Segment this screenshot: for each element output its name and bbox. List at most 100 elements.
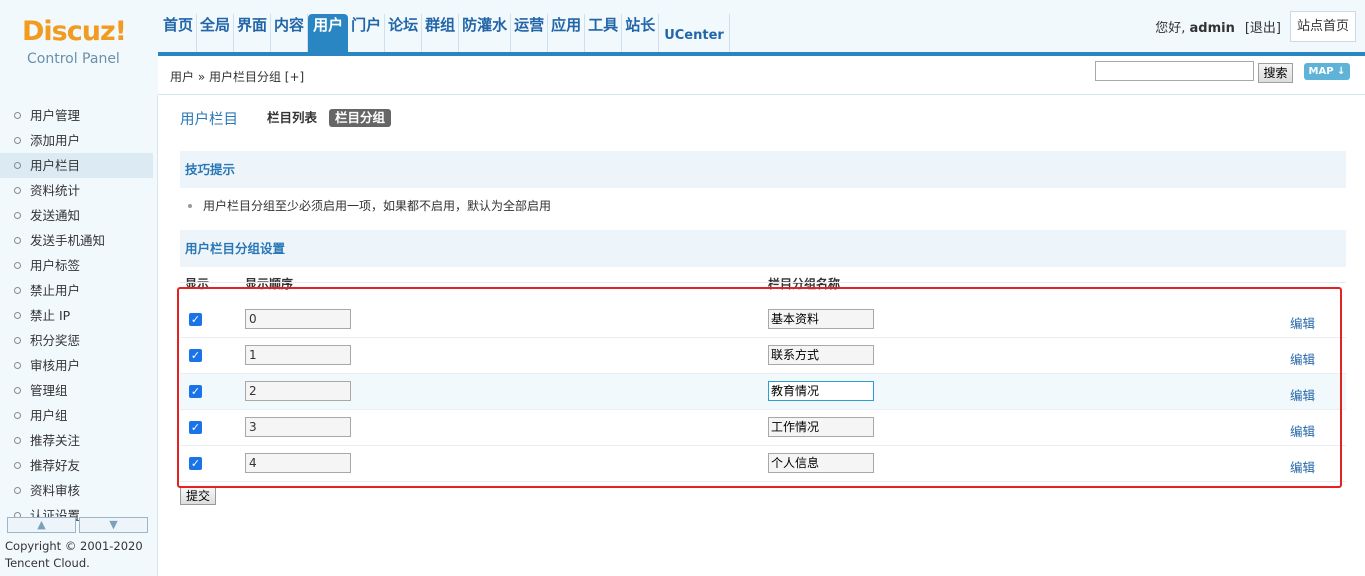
bullet-icon: [14, 462, 21, 469]
edit-link[interactable]: 编辑: [1290, 457, 1315, 476]
scroll-up-button[interactable]: ▲: [7, 517, 76, 533]
sidebar-item-label: 用户标签: [30, 258, 81, 273]
sidebar-scroll-controls: ▲ ▼: [7, 517, 148, 533]
copyright-line: Tencent Cloud.: [5, 556, 90, 570]
sidebar-item-admin-group[interactable]: 管理组: [0, 378, 153, 403]
breadcrumb[interactable]: 用户 » 用户栏目分组 [+]: [170, 68, 304, 85]
header: Discuz! Control Panel 首页 全局 界面 内容 用户 门户 …: [0, 0, 1365, 95]
sidebar-item-recommend-friend[interactable]: 推荐好友: [0, 453, 153, 478]
nav-founder[interactable]: 站长: [622, 14, 660, 52]
sidebar-item-ban-ip[interactable]: 禁止 IP: [0, 303, 153, 328]
nav-interface[interactable]: 界面: [234, 14, 272, 52]
bullet-icon: [14, 237, 21, 244]
nav-apps[interactable]: 应用: [548, 14, 586, 52]
nav-group[interactable]: 群组: [422, 14, 460, 52]
discuz-logo[interactable]: Discuz! Control Panel: [0, 0, 158, 95]
show-checkbox[interactable]: ✓: [189, 349, 202, 362]
show-checkbox[interactable]: ✓: [189, 457, 202, 470]
tab-column-list[interactable]: 栏目列表: [267, 109, 317, 127]
edit-link[interactable]: 编辑: [1290, 385, 1315, 404]
sidebar-item-label: 推荐好友: [30, 458, 81, 473]
sidebar-item-user-tags[interactable]: 用户标签: [0, 253, 153, 278]
edit-link[interactable]: 编辑: [1290, 421, 1315, 440]
group-name-input[interactable]: 个人信息: [768, 453, 874, 473]
page-title: 用户栏目: [180, 112, 238, 128]
copyright-line: Copyright © 2001-2020: [5, 539, 143, 553]
search-input[interactable]: [1095, 61, 1254, 81]
nav-user[interactable]: 用户: [308, 14, 349, 52]
sidebar-item-user-columns[interactable]: 用户栏目: [0, 153, 153, 178]
bullet-icon: [14, 312, 21, 319]
logout-link[interactable]: [退出]: [1245, 17, 1281, 36]
nav-ucenter[interactable]: UCenter: [659, 14, 730, 52]
sidebar-item-label: 资料统计: [30, 183, 81, 198]
nav-content[interactable]: 内容: [271, 14, 309, 52]
sidebar-item-label: 积分奖惩: [30, 333, 81, 348]
nav-antispam[interactable]: 防灌水: [459, 14, 512, 52]
sidebar-item-label: 用户管理: [30, 108, 81, 123]
settings-header: 用户栏目分组设置: [180, 230, 1346, 267]
sidebar-item-label: 用户组: [30, 408, 68, 423]
sidebar-item-ban-user[interactable]: 禁止用户: [0, 278, 153, 303]
nav-global[interactable]: 全局: [197, 14, 235, 52]
sidebar-item-label: 禁止 IP: [30, 308, 71, 323]
group-name-input[interactable]: 基本资料: [768, 309, 874, 329]
copyright: Copyright © 2001-2020 Tencent Cloud.: [5, 538, 143, 572]
order-input[interactable]: 2: [245, 381, 351, 401]
sidebar-item-user-manage[interactable]: 用户管理: [0, 103, 153, 128]
order-input[interactable]: 1: [245, 345, 351, 365]
sidebar-item-recommend-follow[interactable]: 推荐关注: [0, 428, 153, 453]
sidebar-item-label: 资料审核: [30, 483, 81, 498]
nav-home[interactable]: 首页: [160, 14, 198, 52]
show-checkbox[interactable]: ✓: [189, 421, 202, 434]
sidebar-item-profile-stats[interactable]: 资料统计: [0, 178, 153, 203]
edit-link[interactable]: 编辑: [1290, 349, 1315, 368]
nav-operation[interactable]: 运营: [511, 14, 549, 52]
site-home-button[interactable]: 站点首页: [1290, 11, 1356, 42]
table-row: ✓ 4 个人信息 编辑: [180, 446, 1346, 482]
breadcrumb-bar: 用户 » 用户栏目分组 [+] 搜索 MAP ↓: [158, 56, 1365, 95]
arrow-down-icon: ▼: [109, 518, 118, 531]
sidebar-item-add-user[interactable]: 添加用户: [0, 128, 153, 153]
order-input[interactable]: 4: [245, 453, 351, 473]
sidebar-item-review-user[interactable]: 审核用户: [0, 353, 153, 378]
show-checkbox[interactable]: ✓: [189, 313, 202, 326]
nav-tools[interactable]: 工具: [585, 14, 623, 52]
group-name-input[interactable]: 联系方式: [768, 345, 874, 365]
sidebar-item-user-group[interactable]: 用户组: [0, 403, 153, 428]
nav-portal[interactable]: 门户: [348, 14, 386, 52]
user-area: 您好, admin [退出] 站点首页: [1155, 11, 1356, 42]
show-checkbox[interactable]: ✓: [189, 385, 202, 398]
sidebar-item-label: 禁止用户: [30, 283, 81, 298]
group-name-input[interactable]: 教育情况: [768, 381, 874, 401]
sidebar-item-label: 添加用户: [30, 133, 81, 148]
sidebar: 用户管理 添加用户 用户栏目 资料统计 发送通知 发送手机通知 用户标签 禁止用…: [0, 95, 158, 576]
sidebar-item-profile-review[interactable]: 资料审核: [0, 478, 153, 503]
username: admin: [1189, 21, 1235, 36]
order-input[interactable]: 0: [245, 309, 351, 329]
main-content: 用户栏目 栏目列表 栏目分组 技巧提示 用户栏目分组至少必须启用一项，如果都不启…: [158, 96, 1365, 576]
search-button[interactable]: 搜索: [1258, 63, 1293, 83]
group-name-input[interactable]: 工作情况: [768, 417, 874, 437]
scroll-down-button[interactable]: ▼: [79, 517, 148, 533]
bullet-icon: [14, 487, 21, 494]
sidebar-item-send-sms[interactable]: 发送手机通知: [0, 228, 153, 253]
top-nav: 首页 全局 界面 内容 用户 门户 论坛 群组 防灌水 运营 应用 工具 站长 …: [160, 14, 730, 52]
sidebar-item-label: 发送通知: [30, 208, 81, 223]
sidebar-menu: 用户管理 添加用户 用户栏目 资料统计 发送通知 发送手机通知 用户标签 禁止用…: [0, 103, 153, 528]
sidebar-item-credits[interactable]: 积分奖惩: [0, 328, 153, 353]
bullet-icon: [14, 362, 21, 369]
tab-column-groups[interactable]: 栏目分组: [329, 109, 392, 127]
sidebar-item-label: 发送手机通知: [30, 233, 106, 248]
table-row: ✓ 2 教育情况 编辑: [180, 374, 1346, 410]
submit-button[interactable]: 提交: [180, 487, 216, 505]
column-header-order: 显示顺序: [245, 277, 294, 291]
nav-forum[interactable]: 论坛: [385, 14, 423, 52]
order-input[interactable]: 3: [245, 417, 351, 437]
edit-link[interactable]: 编辑: [1290, 313, 1315, 332]
map-button[interactable]: MAP ↓: [1304, 63, 1350, 80]
bullet-icon: [14, 287, 21, 294]
bullet-icon: [14, 187, 21, 194]
header-divider: [180, 282, 1346, 283]
sidebar-item-send-notice[interactable]: 发送通知: [0, 203, 153, 228]
